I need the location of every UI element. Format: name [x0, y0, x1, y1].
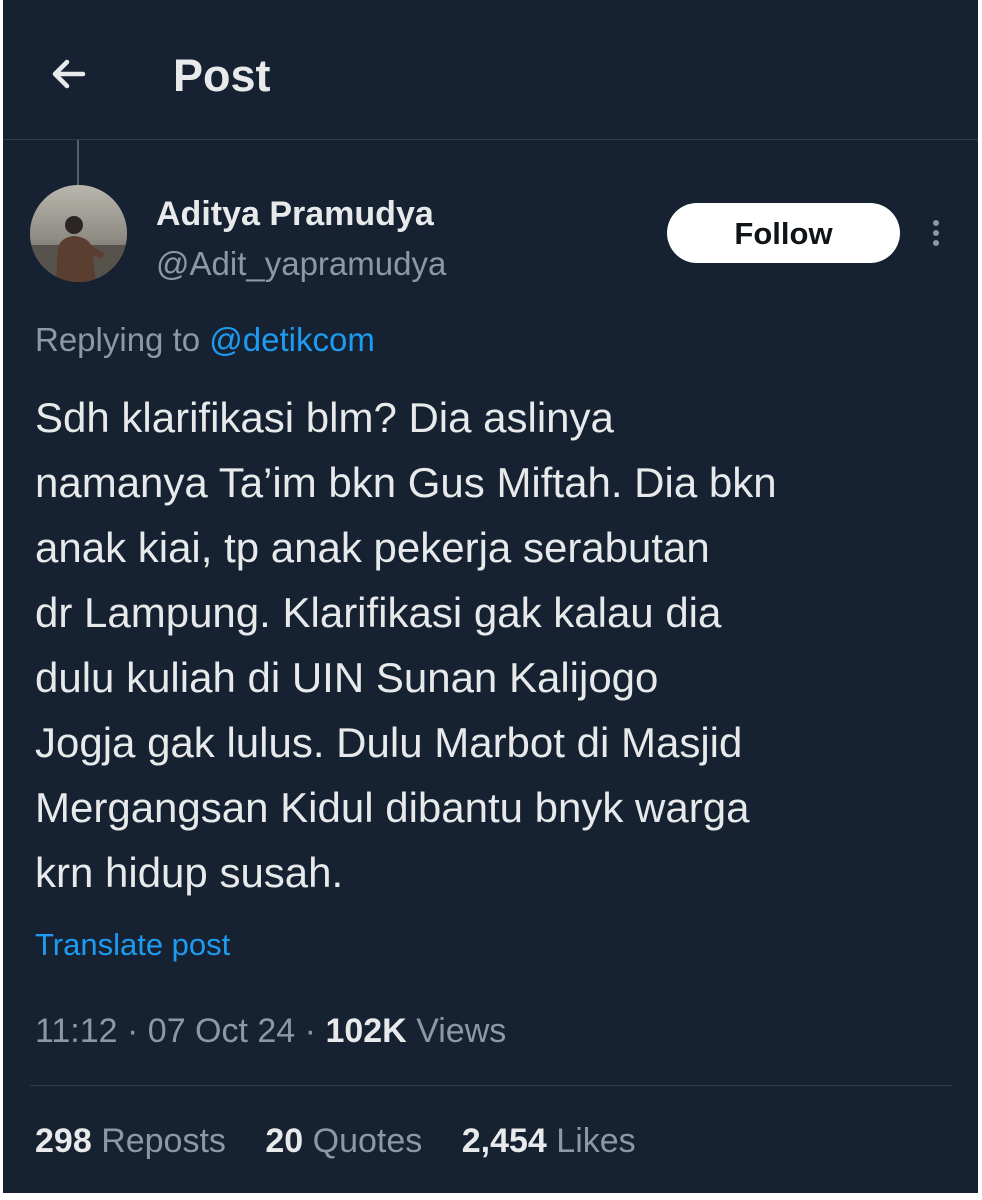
quotes-count: 20	[265, 1122, 304, 1160]
likes-stat[interactable]: 2,454 Likes	[462, 1118, 636, 1164]
page-title: Post	[173, 50, 271, 101]
reply-mention-link[interactable]: @detikcom	[209, 321, 375, 358]
post-text-line: dulu kuliah di UIN Sunan Kalijogo	[35, 654, 659, 701]
post-time[interactable]: 11:12	[35, 1012, 118, 1050]
avatar[interactable]	[30, 185, 127, 282]
post-text-line: Sdh klarifikasi blm? Dia aslinya	[35, 394, 614, 441]
author-handle[interactable]: @Adit_yapramudya	[156, 243, 446, 285]
more-vertical-icon	[933, 220, 939, 246]
replying-to-label: Replying to	[35, 321, 210, 358]
post-metadata: 11:12 · 07 Oct 24 · 102K Views	[35, 1008, 506, 1054]
more-options-button[interactable]	[921, 210, 951, 256]
post-date[interactable]: 07 Oct 24	[148, 1012, 295, 1050]
quotes-stat[interactable]: 20 Quotes	[265, 1118, 422, 1164]
thread-connector-line	[77, 140, 79, 185]
post-text-line: Mergangsan Kidul dibantu bnyk warga	[35, 784, 750, 831]
header-divider	[3, 139, 978, 140]
post-text-line: krn hidup susah.	[35, 849, 344, 896]
meta-separator: ·	[127, 1012, 139, 1050]
engagement-stats: 298 Reposts 20 Quotes 2,454 Likes	[35, 1118, 666, 1164]
views-label: Views	[416, 1012, 507, 1050]
post-text: Sdh klarifikasi blm? Dia aslinya namanya…	[35, 385, 965, 905]
likes-count: 2,454	[461, 1122, 547, 1160]
reposts-label: Reposts	[101, 1122, 226, 1160]
post-text-line: anak kiai, tp anak pekerja serabutan	[35, 524, 710, 571]
avatar-photo	[30, 185, 127, 282]
author-display-name[interactable]: Aditya Pramudya	[156, 193, 434, 235]
meta-separator: ·	[304, 1012, 316, 1050]
follow-button[interactable]: Follow	[667, 203, 900, 263]
post-text-line: Jogja gak lulus. Dulu Marbot di Masjid	[35, 719, 743, 766]
post-screen: Post Aditya Pramudya @Adit_yapramudya Fo…	[3, 0, 978, 1193]
quotes-label: Quotes	[312, 1122, 423, 1160]
reposts-stat[interactable]: 298 Reposts	[35, 1118, 226, 1164]
back-button[interactable]	[45, 50, 93, 98]
views-count: 102K	[325, 1012, 407, 1050]
top-bar: Post	[3, 0, 978, 140]
stats-divider	[30, 1085, 952, 1086]
translate-post-link[interactable]: Translate post	[35, 925, 230, 965]
reposts-count: 298	[35, 1122, 92, 1160]
likes-label: Likes	[556, 1122, 636, 1160]
arrow-left-icon	[52, 59, 86, 89]
replying-to: Replying to @detikcom	[35, 318, 375, 362]
post-text-line: dr Lampung. Klarifikasi gak kalau dia	[35, 589, 722, 636]
post-text-line: namanya Ta’im bkn Gus Miftah. Dia bkn	[35, 459, 777, 506]
